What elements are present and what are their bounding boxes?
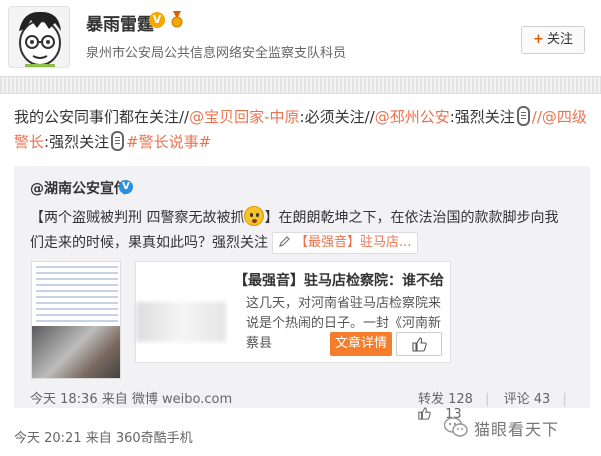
article-card[interactable]: 【最强音】驻马店检察院：谁不给... 这几天，对河南省驻马店检察院来说是个热闹的… <box>135 261 451 363</box>
article-like-button[interactable] <box>396 332 442 356</box>
repost-meta: 今天 18:36 来自 微博 weibo.com <box>30 392 233 407</box>
verified-badge-icon: V <box>119 180 133 194</box>
microphone-emoji-icon <box>516 106 530 126</box>
repost-count-link[interactable]: 转发 128 <box>418 392 473 407</box>
topic-tag-link[interactable]: #警长说事# <box>126 133 211 151</box>
plus-icon: + <box>533 32 544 47</box>
verified-badge-icon: V <box>149 12 165 28</box>
repost-text: 【两个盗贼被判刑 四警察无故被抓 】在朗朗乾坤之下，在依法治国的款款脚步向我们走来… <box>30 206 560 256</box>
post-meta: 今天 20:21 来自 360奇酷手机 <box>14 431 193 446</box>
divider: | <box>562 392 567 407</box>
article-link-label: 【最强音】驻马店... <box>295 235 412 250</box>
watermark-text: 猫眼看天下 <box>474 420 560 439</box>
post-text: 我的公安同事们都在关注//@宝贝回家-中原:必须关注//@邳州公安:强烈关注//… <box>14 105 589 155</box>
thumbs-up-icon <box>418 407 431 420</box>
repost-author-link[interactable]: @湖南公安宣传 <box>30 178 128 198</box>
wechat-logo-icon <box>444 417 468 437</box>
follow-label: 关注 <box>546 32 573 47</box>
microphone-emoji-icon <box>111 131 125 151</box>
weibo-post-card: 暴雨雷霆 V 泉州市公安局公共信息网络安全监察支队科员 + 关注 我的公安同事们都… <box>0 0 601 456</box>
post-header: 暴雨雷霆 V 泉州市公安局公共信息网络安全监察支队科员 + 关注 <box>0 0 601 78</box>
blurred-image <box>136 302 226 342</box>
article-title[interactable]: 【最强音】驻马店检察院：谁不给... <box>234 270 444 290</box>
follow-button[interactable]: + 关注 <box>521 26 585 54</box>
thumbs-up-icon <box>412 337 427 352</box>
user-avatar[interactable] <box>8 6 70 68</box>
post-text-part: :强烈关注 <box>44 133 110 151</box>
user-name[interactable]: 暴雨雷霆 <box>86 10 154 35</box>
surprised-emoji-icon <box>244 206 265 226</box>
article-detail-button[interactable]: 文章详情 <box>330 332 392 356</box>
document-lines <box>36 266 118 324</box>
mention-link[interactable]: @宝贝回家-中原 <box>189 108 299 126</box>
medal-icon <box>171 11 183 28</box>
thumbnail-photo <box>32 326 120 378</box>
torn-edge-divider <box>0 76 601 94</box>
article-link-chip[interactable]: 【最强音】驻马店... <box>272 232 419 254</box>
comment-count-link[interactable]: 评论 43 <box>504 392 551 407</box>
user-description: 泉州市公安局公共信息网络安全监察支队科员 <box>86 46 347 61</box>
reposted-content: @湖南公安宣传 V 【两个盗贼被判刑 四警察无故被抓 】在朗朗乾坤之下，在依法治国… <box>14 166 590 422</box>
post-text-part: 我的公安同事们都在关注// <box>14 108 190 126</box>
pencil-icon <box>279 236 290 247</box>
divider: | <box>485 392 490 407</box>
wechat-watermark: 猫眼看天下 <box>444 414 594 440</box>
article-thumbnail[interactable] <box>31 261 121 379</box>
post-text-part: :强烈关注 <box>449 108 515 126</box>
post-text-part: :必须关注// <box>299 108 375 126</box>
repost-text-part: 【两个盗贼被判刑 四警察无故被抓 <box>30 210 245 226</box>
mention-link[interactable]: @邳州公安 <box>375 108 450 126</box>
